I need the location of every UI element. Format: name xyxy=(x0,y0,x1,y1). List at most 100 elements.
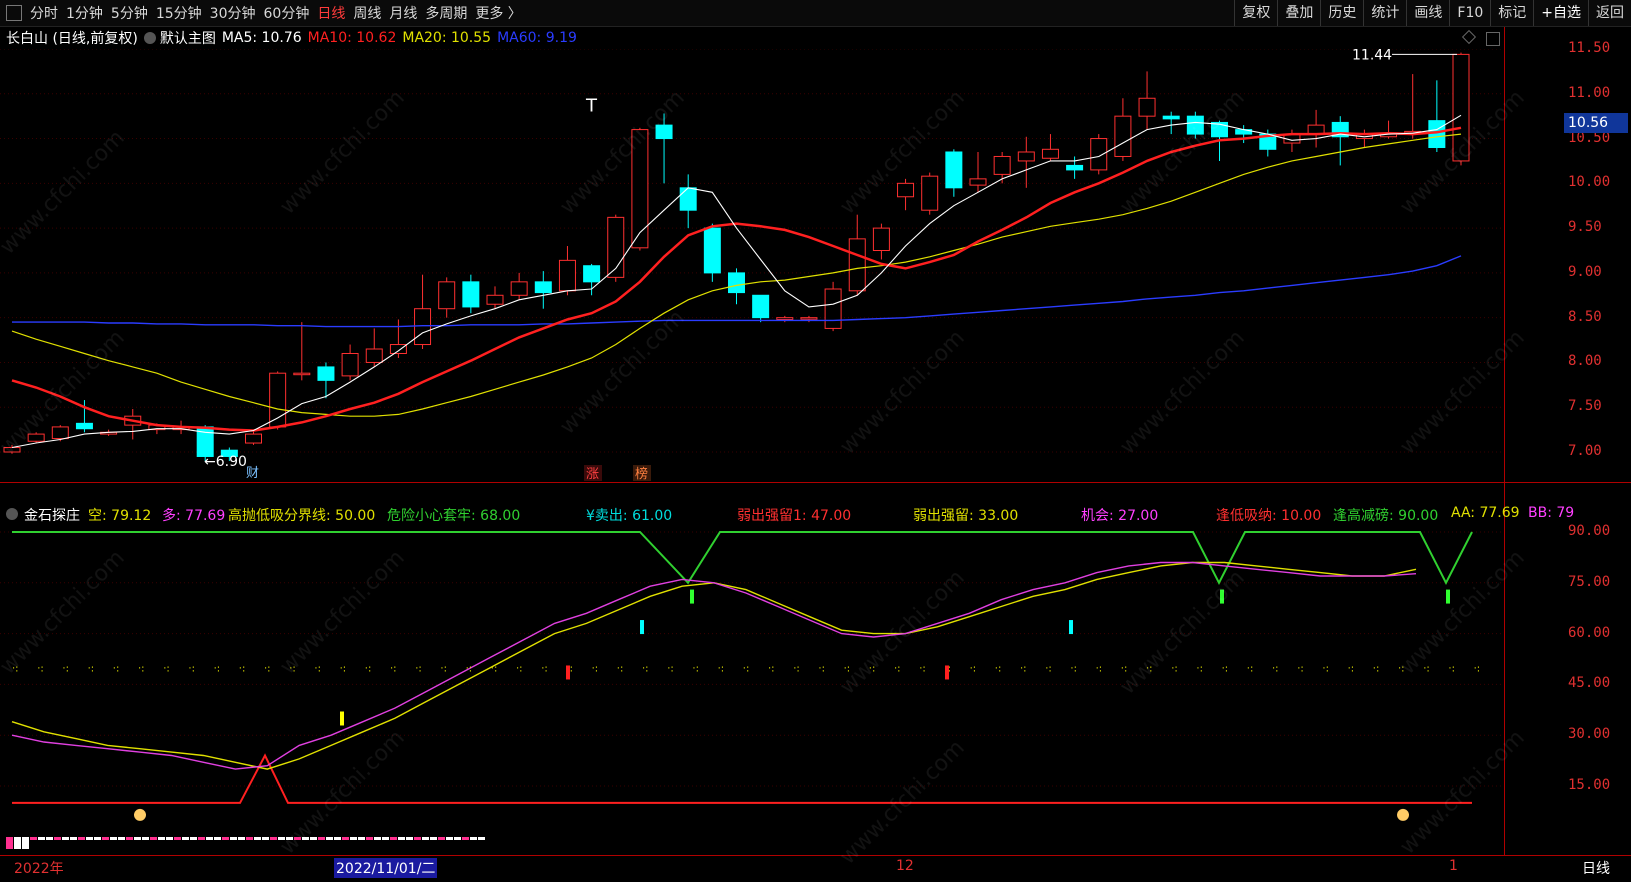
indicator-label-3: 危险小心套牢: 68.00 xyxy=(387,508,521,524)
candle-body xyxy=(534,281,552,294)
volume-strip-mark xyxy=(382,837,389,840)
toolbar-button-8[interactable]: 返回 xyxy=(1588,0,1631,26)
indicator-info: 金石探庄 空: 79.12 多: 77.69 高抛低吸分界线: 50.00 危险小心套… xyxy=(0,503,1574,525)
price-tick: 9.00 xyxy=(1568,263,1602,280)
toolbar-button-6[interactable]: 标记 xyxy=(1490,0,1533,26)
boundary-dot: ·: xyxy=(1373,663,1380,674)
period-tab-7[interactable]: 周线 xyxy=(349,3,385,23)
window-menu-icon[interactable] xyxy=(6,5,22,21)
indicator-label-6: 弱出强留: 33.00 xyxy=(913,508,1019,524)
boundary-dot: ·: xyxy=(188,663,195,674)
volume-strip-mark xyxy=(318,837,325,840)
period-tab-3[interactable]: 15分钟 xyxy=(152,3,206,23)
period-tab-5[interactable]: 60分钟 xyxy=(260,3,314,23)
template-name[interactable]: 默认主图 xyxy=(160,28,216,48)
boundary-dot: ·: xyxy=(743,663,750,674)
period-tab-9[interactable]: 多周期 xyxy=(421,3,471,23)
high-price-label: 11.44 xyxy=(1352,49,1392,63)
indicator-chart[interactable]: ·: ·: ·: ·: ·: ·: ·: ·: ·: ·: ·: ·: ·: ·: ·: ·: ·: ·: ·: ·:… xyxy=(0,525,1504,855)
candle-body xyxy=(389,344,407,354)
hand-pointer-icon xyxy=(1397,808,1409,821)
volume-strip-mark xyxy=(166,837,173,840)
period-tab-2[interactable]: 5分钟 xyxy=(107,3,152,23)
period-label[interactable]: 日线 xyxy=(1582,858,1610,878)
period-tab-8[interactable]: 月线 xyxy=(385,3,421,23)
volume-strip-mark xyxy=(62,837,69,840)
price-tick: 7.50 xyxy=(1568,398,1602,415)
candle-body xyxy=(51,426,69,440)
toolbar-button-3[interactable]: 统计 xyxy=(1363,0,1406,26)
volume-strip-mark xyxy=(358,837,365,840)
stock-title[interactable]: 长白山 (日线,前复权) xyxy=(6,28,138,48)
boundary-dot: ·: xyxy=(1322,663,1329,674)
panel-toggle-icon[interactable] xyxy=(1486,32,1500,46)
volume-strip-mark xyxy=(102,837,109,840)
volume-strip-mark xyxy=(422,837,429,840)
candlestick-chart[interactable]: 11.44 ←6.90 T 财 涨 榜 xyxy=(0,49,1504,482)
boundary-dot: ·: xyxy=(138,663,145,674)
volume-strip-mark xyxy=(150,837,157,840)
volume-strip-mark xyxy=(126,837,133,840)
boundary-dot: ·: xyxy=(793,663,800,674)
toolbar-button-5[interactable]: F10 xyxy=(1449,0,1490,26)
toolbar-button-0[interactable]: 复权 xyxy=(1234,0,1277,26)
boundary-dot: ·: xyxy=(340,663,347,674)
volume-strip-mark xyxy=(414,837,421,840)
boundary-dot: ·: xyxy=(113,663,120,674)
boundary-dot: ·: xyxy=(1020,663,1027,674)
indicator-label-11: BB: 79 xyxy=(1528,505,1575,521)
indicator-name[interactable]: 金石探庄 xyxy=(24,505,80,525)
price-tick: 11.50 xyxy=(1568,40,1611,56)
ma-label-2: MA20: 10.55 xyxy=(402,30,492,46)
volume-strip-mark xyxy=(470,837,477,840)
volume-strip-mark xyxy=(462,837,469,840)
low-price-label: ←6.90 xyxy=(204,454,247,470)
volume-strip-mark xyxy=(46,837,53,840)
indicator-label-7: 机会: 27.00 xyxy=(1081,508,1159,524)
period-tab-0[interactable]: 分时 xyxy=(26,3,62,23)
volume-strip-mark xyxy=(454,837,461,840)
candle-body xyxy=(993,155,1011,175)
candle-body xyxy=(414,308,432,346)
boundary-dot: ·: xyxy=(415,663,422,674)
boundary-dot: ·: xyxy=(768,663,775,674)
boundary-dot: ·: xyxy=(592,663,599,674)
boundary-dot: ·: xyxy=(919,663,926,674)
candle-body xyxy=(969,178,987,186)
period-tab-6[interactable]: 日线 xyxy=(313,3,349,23)
period-tab-4[interactable]: 30分钟 xyxy=(206,3,260,23)
boundary-dot: ·: xyxy=(541,663,548,674)
candle-body xyxy=(365,348,383,363)
toolbar-button-2[interactable]: 历史 xyxy=(1320,0,1363,26)
toolbar-button-1[interactable]: 叠加 xyxy=(1277,0,1320,26)
boundary-dot: ·: xyxy=(995,663,1002,674)
candle-body xyxy=(800,317,818,320)
volume-strip-mark xyxy=(94,837,101,840)
boundary-dot: ·: xyxy=(818,663,825,674)
volume-strip-mark xyxy=(246,837,253,840)
green-signal-line xyxy=(12,531,1473,585)
red-signal-line xyxy=(12,753,1472,804)
boundary-dot: ·: xyxy=(1247,663,1254,674)
toolbar-button-7[interactable]: +自选 xyxy=(1533,0,1588,26)
period-tab-10[interactable]: 更多 〉 xyxy=(471,3,525,23)
toolbar-button-4[interactable]: 画线 xyxy=(1406,0,1449,26)
volume-strip-mark xyxy=(222,837,229,840)
boundary-dot: ·: xyxy=(1196,663,1203,674)
candle-body xyxy=(317,366,335,381)
ma-values: MA5: 10.76 MA10: 10.62 MA20: 10.55 MA60: 9.… xyxy=(222,30,583,46)
volume-strip-mark xyxy=(182,837,189,840)
period-tab-1[interactable]: 1分钟 xyxy=(62,3,107,23)
candle-body xyxy=(293,372,311,376)
candle-body xyxy=(921,175,939,211)
indicator-label-4: ¥卖出: 61.00 xyxy=(586,508,673,524)
zhang-marker: 涨 xyxy=(586,467,599,482)
indicator-tick: 45.00 xyxy=(1568,675,1611,692)
boundary-dot: ·: xyxy=(214,663,221,674)
template-dropdown-icon[interactable] xyxy=(143,32,156,44)
indicator-tick: 15.00 xyxy=(1568,777,1611,793)
current-price-tag: 10.56 xyxy=(1564,113,1628,133)
volume-strip-mark xyxy=(38,837,45,840)
indicator-menu-icon[interactable] xyxy=(6,508,18,520)
volume-strip-mark xyxy=(22,837,29,849)
